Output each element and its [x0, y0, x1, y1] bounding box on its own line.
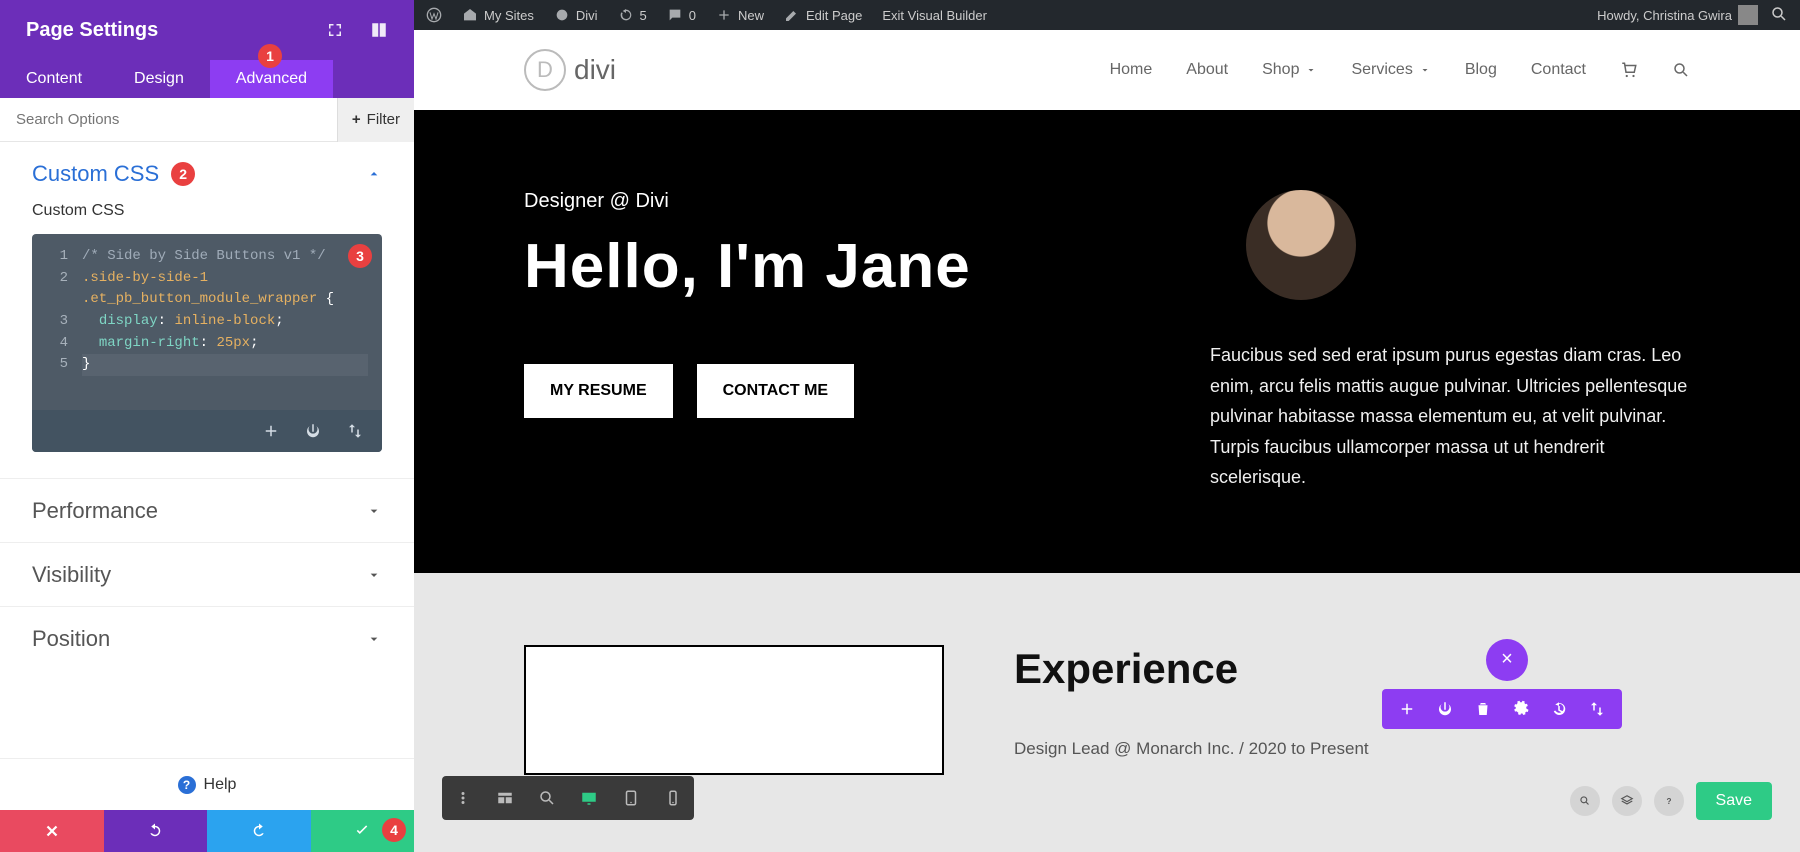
cart-icon[interactable] — [1620, 61, 1638, 79]
wp-updates[interactable]: 5 — [618, 7, 647, 23]
panel-layout-icon[interactable] — [370, 21, 388, 39]
wp-comments[interactable]: 0 — [667, 7, 696, 23]
nav-services[interactable]: Services — [1351, 61, 1430, 79]
confirm-button[interactable]: 4 — [311, 810, 415, 852]
group-visibility[interactable]: Visibility — [0, 542, 414, 606]
wp-edit-page[interactable]: Edit Page — [784, 7, 862, 23]
redo-button[interactable] — [207, 810, 311, 852]
power-icon[interactable] — [304, 422, 322, 440]
nav-shop[interactable]: Shop — [1262, 61, 1317, 79]
toolbar-gear-icon[interactable] — [1502, 689, 1540, 729]
right-controls: ? Save — [1570, 782, 1772, 820]
nav-contact[interactable]: Contact — [1531, 61, 1586, 79]
wp-my-sites[interactable]: My Sites — [462, 7, 534, 23]
hero-avatar — [1246, 190, 1356, 300]
chevron-down-icon — [366, 503, 382, 519]
annotation-badge-4: 4 — [382, 818, 406, 842]
chevron-down-icon — [1305, 64, 1317, 76]
experience-line: Design Lead @ Monarch Inc. / 2020 to Pre… — [1014, 739, 1369, 759]
wp-admin-bar: My Sites Divi 5 0 New Edit Page Exit Vis… — [414, 0, 1800, 30]
experience-section: × Experience Design Lead @ Monarch Inc. … — [414, 573, 1800, 775]
swap-icon[interactable] — [346, 422, 364, 440]
section-toolbar — [1382, 689, 1622, 729]
close-section-button[interactable]: × — [1486, 639, 1528, 681]
hero-paragraph: Faucibus sed sed erat ipsum purus egesta… — [1210, 340, 1690, 493]
resume-button[interactable]: MY RESUME — [524, 364, 673, 418]
hero-subtitle: Designer @ Divi — [524, 190, 1130, 213]
view-phone-icon[interactable] — [652, 776, 694, 820]
main-nav: Home About Shop Services Blog Contact — [1110, 61, 1690, 79]
panel-header: Page Settings — [0, 0, 414, 60]
site-header: D divi Home About Shop Services Blog Con… — [414, 30, 1800, 110]
wp-new[interactable]: New — [716, 7, 764, 23]
custom-css-label: Custom CSS — [0, 202, 414, 220]
search-circle-icon[interactable] — [1570, 786, 1600, 816]
site-logo[interactable]: D divi — [524, 49, 616, 91]
expand-icon[interactable] — [326, 21, 344, 39]
wp-exit-vb[interactable]: Exit Visual Builder — [882, 8, 987, 23]
tab-content[interactable]: Content — [0, 60, 108, 98]
toolbar-add-icon[interactable] — [1388, 689, 1426, 729]
code-lines[interactable]: 1/* Side by Side Buttons v1 */ 2.side-by… — [32, 234, 382, 410]
group-performance[interactable]: Performance — [0, 478, 414, 542]
hero-section: Designer @ Divi Hello, I'm Jane MY RESUM… — [414, 110, 1800, 573]
custom-css-editor[interactable]: 3 1/* Side by Side Buttons v1 */ 2.side-… — [32, 234, 382, 452]
wp-site-name[interactable]: Divi — [554, 7, 598, 23]
wp-search-icon[interactable] — [1770, 5, 1788, 26]
wp-logo[interactable] — [426, 7, 442, 23]
settings-tabs: Content Design Advanced 1 — [0, 60, 414, 98]
layers-circle-icon[interactable] — [1612, 786, 1642, 816]
view-wireframe-icon[interactable] — [484, 776, 526, 820]
help-icon: ? — [178, 776, 196, 794]
annotation-badge-3: 3 — [348, 244, 372, 268]
panel-title: Page Settings — [26, 19, 158, 42]
nav-about[interactable]: About — [1186, 61, 1228, 79]
cancel-button[interactable] — [0, 810, 104, 852]
panel-bottom-bar: 4 — [0, 810, 414, 852]
toolbar-trash-icon[interactable] — [1464, 689, 1502, 729]
toolbar-power-icon[interactable] — [1426, 689, 1464, 729]
experience-title: Experience — [1014, 645, 1369, 693]
experience-image-box[interactable] — [524, 645, 944, 775]
svg-text:?: ? — [1666, 797, 1671, 806]
view-menu-icon[interactable] — [442, 776, 484, 820]
group-position[interactable]: Position — [0, 606, 414, 670]
view-zoom-icon[interactable] — [526, 776, 568, 820]
view-desktop-icon[interactable] — [568, 776, 610, 820]
toolbar-move-icon[interactable] — [1578, 689, 1616, 729]
nav-home[interactable]: Home — [1110, 61, 1153, 79]
preview-area: My Sites Divi 5 0 New Edit Page Exit Vis… — [414, 0, 1800, 852]
logo-mark: D — [524, 49, 566, 91]
tab-design[interactable]: Design — [108, 60, 210, 98]
avatar-icon — [1738, 5, 1758, 25]
undo-button[interactable] — [104, 810, 208, 852]
group-custom-css[interactable]: Custom CSS 2 — [0, 142, 414, 206]
chevron-down-icon — [366, 631, 382, 647]
css-editor-actions — [32, 410, 382, 452]
annotation-badge-2: 2 — [171, 162, 195, 186]
view-tablet-icon[interactable] — [610, 776, 652, 820]
wp-howdy[interactable]: Howdy, Christina Gwira — [1597, 5, 1758, 25]
nav-blog[interactable]: Blog — [1465, 61, 1497, 79]
search-row: + Filter — [0, 98, 414, 142]
filter-button[interactable]: + Filter — [337, 98, 414, 142]
annotation-badge-1: 1 — [258, 44, 282, 68]
nav-search-icon[interactable] — [1672, 61, 1690, 79]
toolbar-history-icon[interactable] — [1540, 689, 1578, 729]
chevron-down-icon — [366, 567, 382, 583]
help-circle-icon[interactable]: ? — [1654, 786, 1684, 816]
settings-panel: Page Settings Content Design Advanced 1 … — [0, 0, 414, 852]
plus-icon[interactable] — [262, 422, 280, 440]
save-button[interactable]: Save — [1696, 782, 1772, 820]
contact-button[interactable]: CONTACT ME — [697, 364, 854, 418]
chevron-down-icon — [1419, 64, 1431, 76]
hero-title: Hello, I'm Jane — [524, 231, 1130, 302]
search-input[interactable] — [0, 111, 337, 128]
view-toolbar — [442, 776, 694, 820]
help-link[interactable]: ? Help — [0, 758, 414, 810]
chevron-up-icon — [366, 166, 382, 182]
